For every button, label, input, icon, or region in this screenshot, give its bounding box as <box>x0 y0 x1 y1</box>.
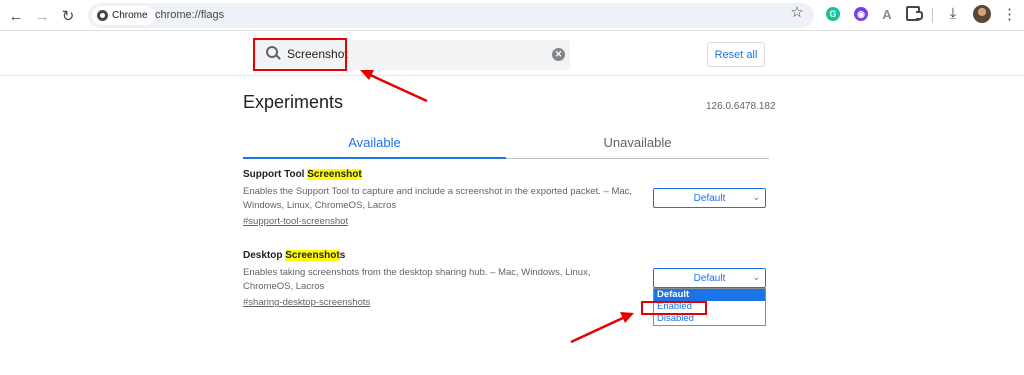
annotation-arrow-search <box>367 72 428 103</box>
annotation-arrow-enabled <box>570 315 626 344</box>
annotation-arrows <box>360 70 634 344</box>
